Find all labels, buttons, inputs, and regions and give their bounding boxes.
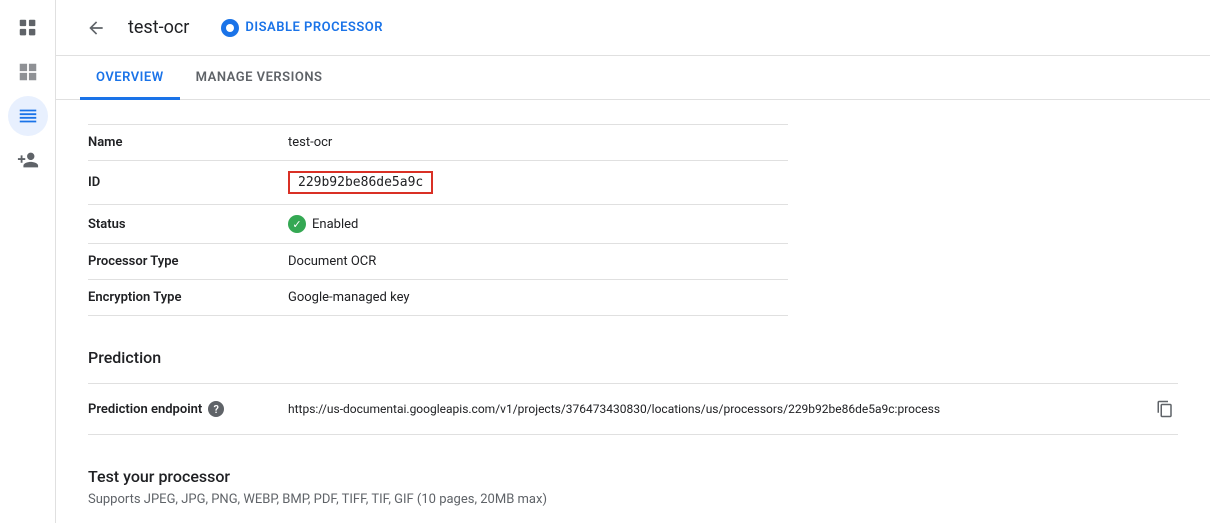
prediction-section: Prediction Prediction endpoint ? https:/… (88, 348, 1178, 435)
tab-overview[interactable]: OVERVIEW (80, 56, 180, 100)
table-row: ID 229b92be86de5a9c (88, 161, 788, 205)
encryption-type-value: Google-managed key (288, 290, 410, 305)
page-title: test-ocr (128, 17, 189, 38)
prediction-endpoint-row: Prediction endpoint ? https://us-documen… (88, 383, 1178, 435)
topbar: test-ocr DISABLE PROCESSOR (56, 0, 1210, 56)
id-label: ID (88, 175, 288, 190)
test-section-title: Test your processor (88, 467, 1178, 486)
status-label: Status (88, 217, 288, 232)
help-icon[interactable]: ? (208, 401, 224, 417)
content-area: Name test-ocr ID 229b92be86de5a9c Status… (56, 100, 1210, 523)
info-table: Name test-ocr ID 229b92be86de5a9c Status… (88, 124, 788, 316)
enabled-check-icon: ✓ (288, 215, 306, 233)
person-add-icon[interactable] (8, 140, 48, 180)
table-row: Encryption Type Google-managed key (88, 280, 788, 316)
sidebar (0, 0, 56, 523)
processor-type-value: Document OCR (288, 254, 376, 269)
table-row: Processor Type Document OCR (88, 244, 788, 280)
tab-manage-versions[interactable]: MANAGE VERSIONS (180, 56, 339, 100)
main-panel: test-ocr DISABLE PROCESSOR OVERVIEW MANA… (56, 0, 1210, 523)
name-value: test-ocr (288, 135, 332, 150)
prediction-section-title: Prediction (88, 348, 1178, 367)
table-row: Name test-ocr (88, 124, 788, 161)
tabs-bar: OVERVIEW MANAGE VERSIONS (56, 56, 1210, 100)
disable-processor-button[interactable]: DISABLE PROCESSOR (221, 19, 383, 37)
prediction-endpoint-url: https://us-documentai.googleapis.com/v1/… (288, 402, 1144, 416)
back-button[interactable] (80, 12, 112, 44)
processor-type-label: Processor Type (88, 254, 288, 269)
name-label: Name (88, 135, 288, 150)
status-value: ✓ Enabled (288, 215, 358, 233)
encryption-type-label: Encryption Type (88, 290, 288, 305)
status-text: Enabled (312, 217, 358, 232)
table-row: Status ✓ Enabled (88, 205, 788, 244)
test-section-subtitle: Supports JPEG, JPG, PNG, WEBP, BMP, PDF,… (88, 492, 1178, 507)
document-list-icon[interactable] (8, 8, 48, 48)
copy-url-button[interactable] (1152, 396, 1178, 422)
id-value: 229b92be86de5a9c (288, 171, 433, 194)
dashboard-icon[interactable] (8, 52, 48, 92)
prediction-endpoint-label: Prediction endpoint ? (88, 401, 288, 417)
id-box: 229b92be86de5a9c (288, 171, 433, 194)
test-section: Test your processor Supports JPEG, JPG, … (88, 467, 1178, 523)
disable-processor-label: DISABLE PROCESSOR (245, 20, 383, 35)
processor-status-icon (221, 19, 239, 37)
table-rows-icon[interactable] (8, 96, 48, 136)
